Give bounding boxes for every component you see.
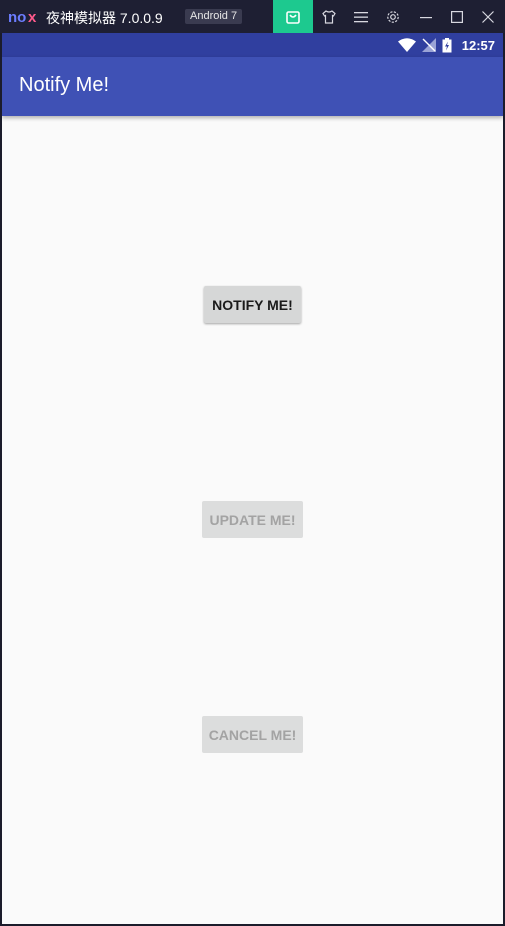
menu-button[interactable] [345, 0, 377, 33]
status-clock: 12:57 [461, 37, 495, 53]
maximize-icon [451, 10, 463, 23]
app-toolbar: Notify Me! [2, 57, 503, 116]
minimize-icon [420, 16, 432, 18]
settings-button[interactable] [377, 0, 409, 33]
close-icon [482, 10, 494, 23]
emulator-title-bar: no x 夜神模拟器 7.0.0.9 Android 7 [0, 0, 505, 33]
svg-text:no: no [8, 9, 26, 26]
shirt-icon [322, 9, 336, 24]
status-bar: 12:57 [2, 33, 503, 57]
status-icons: 12:57 [397, 37, 495, 53]
battery-charging-icon [442, 37, 452, 52]
no-signal-icon [421, 38, 436, 52]
cancel-me-button[interactable]: CANCEL ME! [202, 716, 303, 753]
android-version-badge: Android 7 [185, 9, 243, 24]
svg-text:x: x [28, 9, 37, 26]
wifi-icon [397, 38, 416, 52]
app-store-button[interactable] [273, 0, 313, 33]
hamburger-menu-icon [354, 11, 368, 22]
emulator-window: no x 夜神模拟器 7.0.0.9 Android 7 12:57 Notif… [0, 0, 505, 926]
shopping-bag-icon [286, 10, 300, 24]
notify-me-button[interactable]: NOTIFY ME! [204, 286, 301, 323]
update-me-button[interactable]: UPDATE ME! [202, 501, 303, 538]
gear-icon [387, 10, 399, 23]
maximize-button[interactable] [441, 0, 473, 33]
close-button[interactable] [472, 0, 504, 33]
app-title: Notify Me! [19, 74, 110, 96]
minimize-button[interactable] [410, 0, 442, 33]
nox-logo: no x [8, 9, 37, 26]
theme-button[interactable] [313, 0, 345, 33]
emulator-title: 夜神模拟器 7.0.0.9 [46, 10, 163, 26]
android-screen: 12:57 Notify Me! NOTIFY ME! UPDATE ME! C… [2, 33, 503, 924]
